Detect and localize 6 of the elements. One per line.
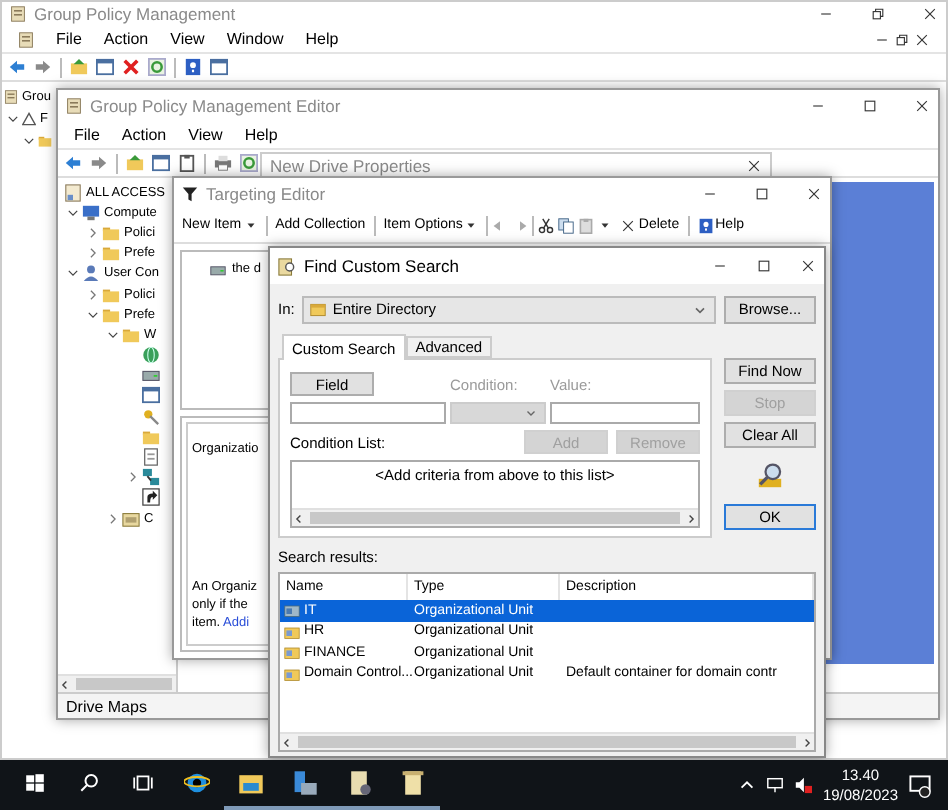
window-title: Targeting Editor: [206, 183, 328, 203]
status-text: Drive Maps: [66, 697, 147, 715]
window-title: Group Policy Management Editor: [90, 96, 343, 116]
window-title: New Drive Properties: [270, 156, 433, 176]
window-title: Group Policy Management: [34, 4, 238, 24]
dialog-title: Find Custom Search: [304, 256, 461, 276]
